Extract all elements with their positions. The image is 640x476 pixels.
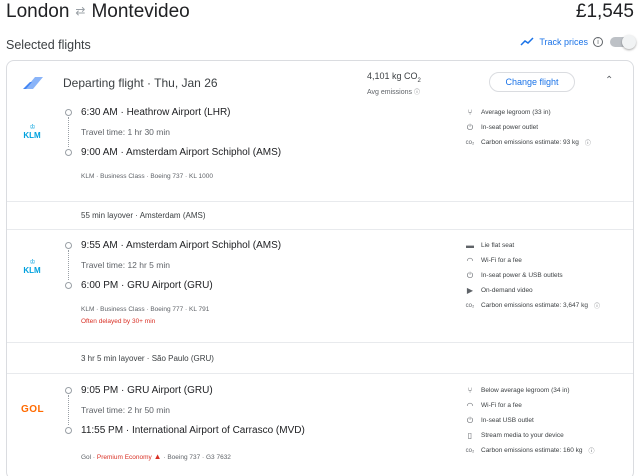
swap-arrows-icon[interactable]: ⇄ <box>75 4 85 18</box>
amenity-item: ⏻ In-seat power outlet <box>466 122 539 132</box>
travel-time: Travel time: 2 hr 50 min <box>81 405 170 415</box>
layover-row: 55 min layover · Amsterdam (AMS) <box>7 201 633 230</box>
info-icon: ⓘ <box>584 141 591 147</box>
arrival-dot <box>65 149 72 156</box>
selected-flight-card: Departing flight · Thu, Jan 26 4,101 kg … <box>6 60 634 476</box>
wifi-icon: ◠ <box>466 401 474 410</box>
power-outlet-icon: ⏻ <box>466 270 474 280</box>
klm-logo: ♔ KLM <box>23 124 41 140</box>
departure-dot <box>65 109 72 116</box>
amenity-item: ▬ Lie flat seat <box>466 241 515 250</box>
warning-icon: ▲ <box>153 452 162 461</box>
change-flight-button[interactable]: Change flight <box>489 72 575 92</box>
usb-outlet-icon: ⏻ <box>466 415 474 425</box>
flight-meta: KLM · Business Class · Boeing 737 · KL 1… <box>81 173 213 180</box>
departing-header[interactable]: Departing flight · Thu, Jan 26 4,101 kg … <box>7 61 633 105</box>
amenities-list: ▬ Lie flat seat ◠ Wi-Fi for a fee ⏻ In-seat… <box>465 238 630 313</box>
amenity-item: ⑂ Below average legroom (34 in) <box>465 383 630 398</box>
arrival-dot <box>65 282 72 289</box>
arrival-info: 11:55 PM · International Airport of Carr… <box>81 425 305 436</box>
amenities-list: ⑂ Below average legroom (34 in) ◠ Wi-Fi fo… <box>465 383 630 458</box>
flat-seat-icon: ▬ <box>466 241 474 250</box>
co2-icon: co₂ <box>465 447 475 454</box>
flight-segment-2: ♔ KLM 9:55 AM · Amsterdam Airport Schipho… <box>7 230 633 342</box>
info-icon: ⓘ <box>593 304 600 310</box>
flight-segment-1: ♔ KLM 6:30 AM · Heathrow Airport (LHR) Tr… <box>7 105 633 201</box>
departure-info: 9:05 PM · GRU Airport (GRU) <box>81 385 213 396</box>
flight-meta: KLM · Business Class · Boeing 777 · KL 7… <box>81 306 210 313</box>
avg-emissions-note: Avg emissions ⓘ <box>367 89 420 96</box>
chevron-up-icon[interactable]: ⌃ <box>605 75 613 86</box>
amenities-list: ⑂ Average legroom (33 in) ⏻ In-seat power … <box>465 105 630 150</box>
amenity-item: ▯ Stream media to your device <box>465 428 630 443</box>
flight-meta: Gol · Premium Economy ▲ · Boeing 737 · G… <box>81 452 231 461</box>
departure-dot <box>65 242 72 249</box>
klm-logo: ♔ KLM <box>23 259 41 275</box>
amenity-item: ◠ Wi-Fi for a fee <box>466 256 522 265</box>
track-prices[interactable]: Track prices i <box>520 35 636 49</box>
premium-economy-label: Premium Economy <box>96 454 152 461</box>
amenity-item: ⏻ In-seat power & USB outlets <box>466 270 563 280</box>
travel-time: Travel time: 12 hr 5 min <box>81 260 170 270</box>
total-price: £1,545 <box>575 1 634 22</box>
arrival-dot <box>65 427 72 434</box>
flight-segment-3: GOL 9:05 PM · GRU Airport (GRU) Travel t… <box>7 374 633 476</box>
trend-line-icon <box>520 37 534 46</box>
selected-flights-label: Selected flights <box>6 38 91 52</box>
power-outlet-icon: ⏻ <box>466 122 474 132</box>
amenity-item: ⏻ In-seat USB outlet <box>466 415 534 425</box>
origin-city: London <box>6 1 70 22</box>
amenity-item: ◠ Wi-Fi for a fee <box>466 401 522 410</box>
departure-dot <box>65 387 72 394</box>
arrival-info: 9:00 AM · Amsterdam Airport Schiphol (AM… <box>81 147 282 158</box>
wifi-icon: ◠ <box>466 256 474 265</box>
gol-logo: GOL <box>21 404 45 415</box>
travel-time: Travel time: 1 hr 30 min <box>81 127 170 137</box>
info-icon: ⓘ <box>413 90 420 96</box>
arrival-info: 6:00 PM · GRU Airport (GRU) <box>81 280 213 291</box>
amenity-item: ⑂ Average legroom (33 in) <box>465 105 630 120</box>
header: London ⇄ Montevideo £1,545 <box>0 0 640 28</box>
co2-icon: co₂ <box>465 302 475 309</box>
departing-title: Departing flight · Thu, Jan 26 <box>63 76 218 90</box>
info-icon[interactable]: i <box>593 37 603 47</box>
co2-icon: co₂ <box>465 139 475 146</box>
amenity-item: co₂ Carbon emissions estimate: 93 kg ⓘ <box>465 139 591 147</box>
layover-row: 3 hr 5 min layover · São Paulo (GRU) <box>7 342 633 374</box>
departure-info: 6:30 AM · Heathrow Airport (LHR) <box>81 107 231 118</box>
delay-warning: Often delayed by 30+ min <box>81 318 156 325</box>
amenity-item: co₂ Carbon emissions estimate: 160 kg ⓘ <box>465 447 595 455</box>
track-prices-label[interactable]: Track prices <box>539 37 588 47</box>
amenity-item: ▶ On-demand video <box>466 286 533 295</box>
video-icon: ▶ <box>466 286 474 295</box>
destination-city: Montevideo <box>91 1 190 22</box>
track-prices-toggle[interactable] <box>610 35 636 49</box>
info-icon: ⓘ <box>588 449 595 455</box>
amenity-item: co₂ Carbon emissions estimate: 3,647 kg ⓘ <box>465 302 600 310</box>
departing-plane-icon <box>23 77 43 89</box>
legroom-icon: ⑂ <box>467 386 473 395</box>
co2-estimate: 4,101 kg CO2 <box>367 71 421 84</box>
legroom-icon: ⑂ <box>467 108 473 117</box>
route-title: London ⇄ Montevideo <box>6 1 190 23</box>
departure-info: 9:55 AM · Amsterdam Airport Schiphol (AM… <box>81 240 282 251</box>
stream-icon: ▯ <box>467 431 473 440</box>
